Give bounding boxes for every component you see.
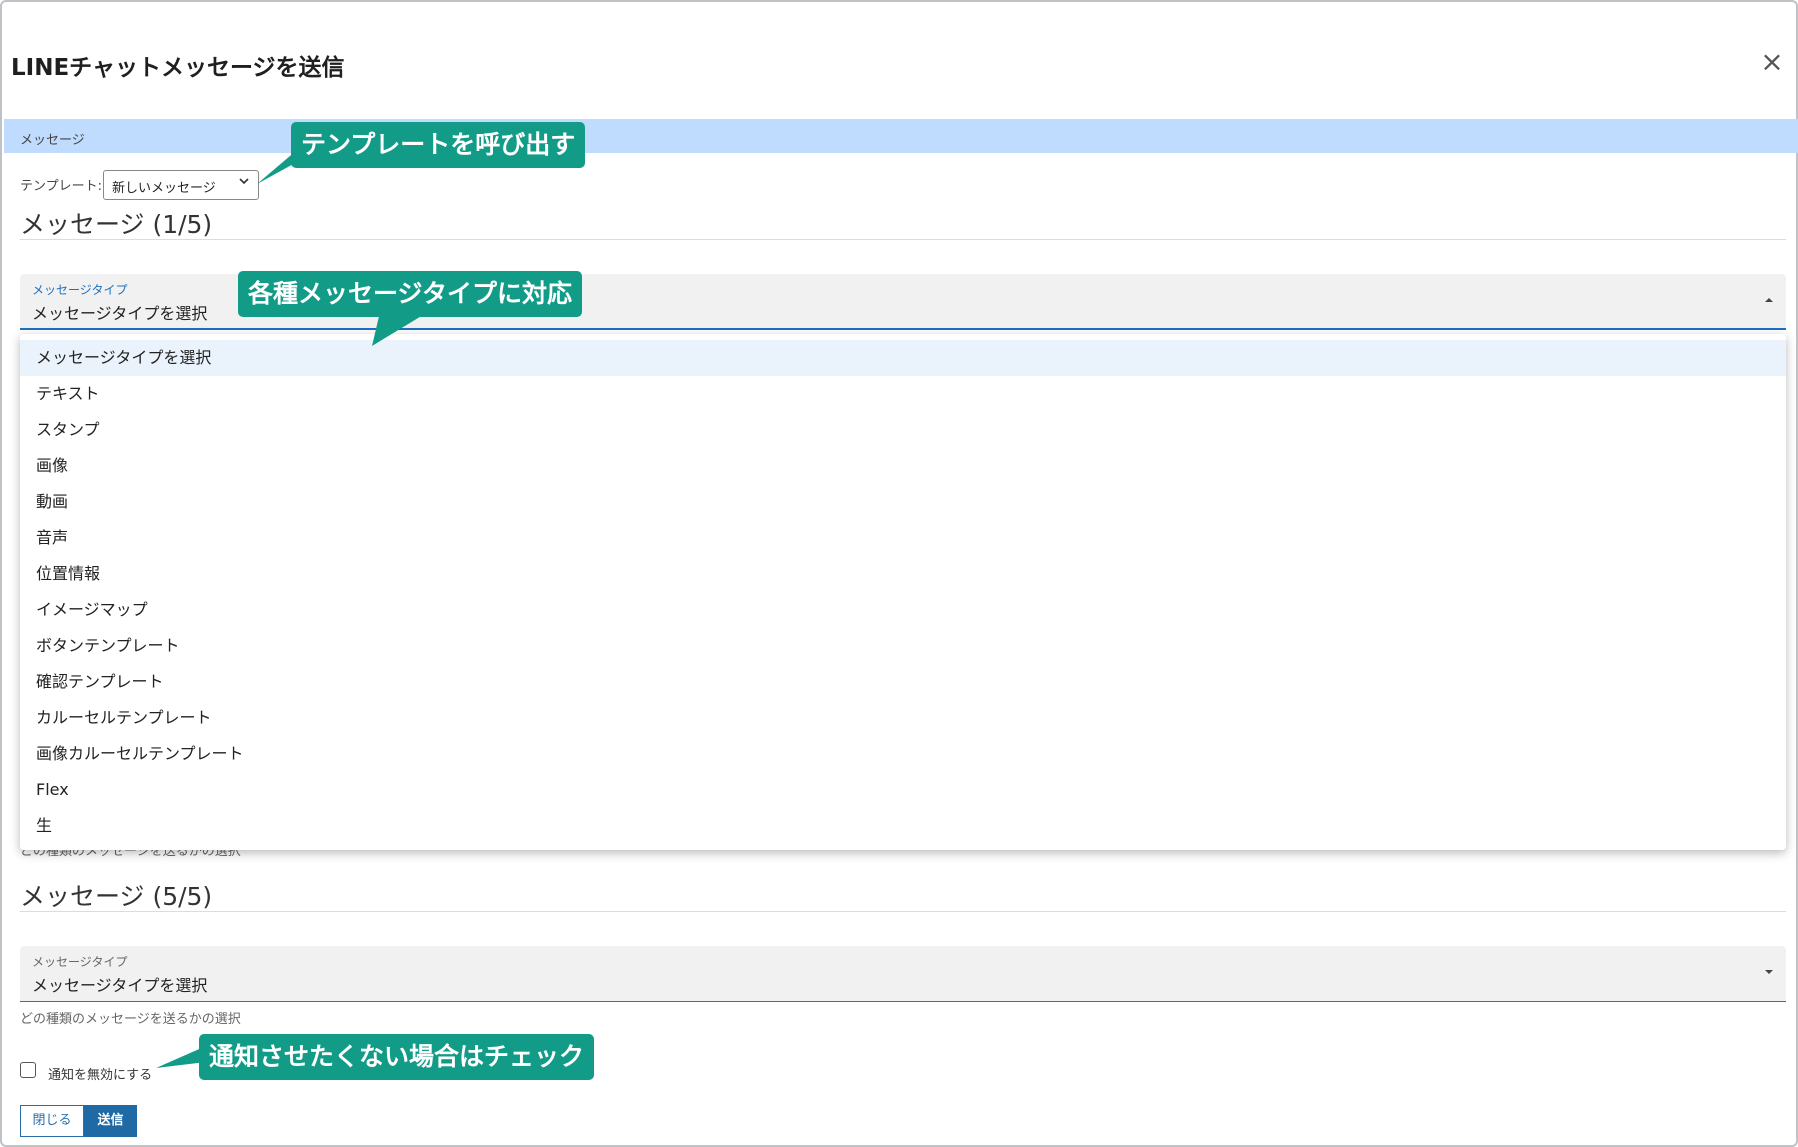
dropdown-option[interactable]: メッセージタイプを選択 [20,340,1786,376]
message-heading-1: メッセージ (1/5) [20,210,213,239]
template-select[interactable]: 新しいメッセージ [103,170,259,200]
callout-template: テンプレートを呼び出す [291,122,586,168]
arrow-up-icon [1764,294,1774,308]
template-selected-value: 新しいメッセージ [112,181,216,196]
dropdown-option[interactable]: Flex [20,772,1786,808]
message-type-label: メッセージタイプ [32,283,128,297]
dropdown-option[interactable]: テキスト [20,376,1786,412]
message-type-select-5[interactable]: メッセージタイプ メッセージタイプを選択 [20,946,1786,1002]
callout-notify: 通知させたくない場合はチェック [199,1034,595,1080]
disable-notification-checkbox[interactable] [20,1062,36,1078]
message-heading-5: メッセージ (5/5) [20,882,213,911]
arrow-down-icon [1764,966,1774,980]
heading-divider [20,911,1786,912]
dropdown-option[interactable]: 位置情報 [20,556,1786,592]
close-button[interactable]: 閉じる [20,1105,84,1137]
dropdown-option[interactable]: 画像 [20,448,1786,484]
modal-title: LINEチャットメッセージを送信 [11,55,345,81]
message-type-dropdown: メッセージタイプを選択 テキスト スタンプ 画像 動画 音声 位置情報 イメージマップ ボタンテ… [20,334,1786,850]
template-label: テンプレート: [20,179,102,194]
dropdown-option[interactable]: スタンプ [20,412,1786,448]
dropdown-option[interactable]: 動画 [20,484,1786,520]
stage: LINEチャットメッセージを送信 × メッセージ テンプレート: 新しいメッセー… [0,0,1798,1147]
callout-pointer [372,312,428,346]
section-label: メッセージ [20,133,85,148]
dropdown-option[interactable]: 画像カルーセルテンプレート [20,736,1786,772]
disable-notification-label[interactable]: 通知を無効にする [48,1064,152,1083]
dropdown-option[interactable]: 音声 [20,520,1786,556]
close-icon[interactable]: × [1756,46,1788,78]
dropdown-option[interactable]: 確認テンプレート [20,664,1786,700]
section-header: メッセージ [4,119,1798,153]
message-type-value: メッセージタイプを選択 [32,976,208,995]
message-type-value: メッセージタイプを選択 [32,304,208,323]
message-type-label: メッセージタイプ [32,955,128,969]
send-button[interactable]: 送信 [84,1105,137,1137]
chevron-down-icon [238,175,250,191]
dropdown-option[interactable]: カルーセルテンプレート [20,700,1786,736]
dropdown-option[interactable]: イメージマップ [20,592,1786,628]
dropdown-option[interactable]: ボタンテンプレート [20,628,1786,664]
callout-message-types: 各種メッセージタイプに対応 [238,271,583,317]
message-type-helper-5: どの種類のメッセージを送るかの選択 [20,1012,241,1027]
heading-divider [20,239,1786,240]
dropdown-option[interactable]: 生 [20,808,1786,844]
modal-dialog: LINEチャットメッセージを送信 × メッセージ テンプレート: 新しいメッセー… [0,0,1798,1147]
